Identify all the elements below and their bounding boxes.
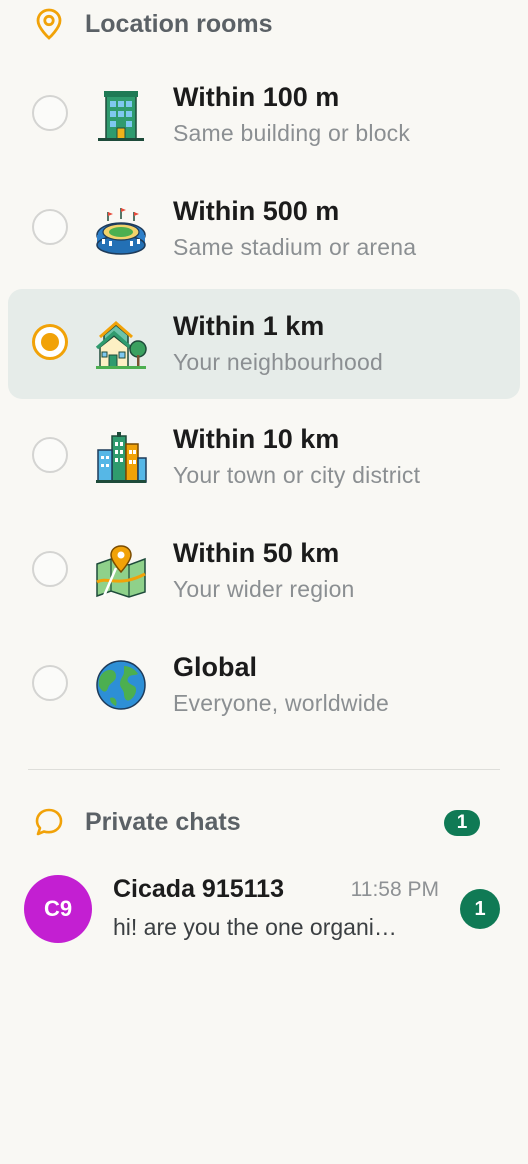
radio-button-selected[interactable] bbox=[32, 324, 68, 360]
chat-name: Cicada 915113 bbox=[113, 875, 284, 903]
chat-row[interactable]: C9 Cicada 915113 11:58 PM hi! are you th… bbox=[0, 862, 528, 958]
room-within-500m[interactable]: Within 500 m Same stadium or arena bbox=[8, 174, 520, 284]
room-within-100m[interactable]: Within 100 m Same building or block bbox=[8, 60, 520, 170]
room-title: Within 500 m bbox=[173, 196, 340, 226]
room-subtitle: Your wider region bbox=[173, 576, 355, 602]
room-title: Within 1 km bbox=[173, 311, 325, 341]
room-title: Within 100 m bbox=[173, 82, 340, 112]
building-icon bbox=[94, 88, 148, 142]
radio-button[interactable] bbox=[32, 95, 68, 131]
location-rooms-header: Location rooms bbox=[0, 0, 528, 48]
room-within-1km[interactable]: Within 1 km Your neighbourhood bbox=[8, 289, 520, 399]
room-within-10km[interactable]: Within 10 km Your town or city district bbox=[8, 402, 520, 512]
stadium-icon bbox=[94, 202, 148, 256]
location-pin-icon bbox=[34, 8, 64, 40]
room-subtitle: Your town or city district bbox=[173, 462, 421, 488]
divider bbox=[28, 769, 500, 770]
radio-button[interactable] bbox=[32, 437, 68, 473]
room-within-50km[interactable]: Within 50 km Your wider region bbox=[8, 516, 520, 626]
chat-preview: hi! are you the one organi… bbox=[113, 914, 397, 940]
radio-button[interactable] bbox=[32, 551, 68, 587]
city-icon bbox=[94, 430, 148, 484]
radio-button[interactable] bbox=[32, 665, 68, 701]
room-subtitle: Same building or block bbox=[173, 120, 411, 146]
room-subtitle: Your neighbourhood bbox=[173, 349, 383, 375]
globe-icon bbox=[94, 658, 148, 712]
room-subtitle: Everyone, worldwide bbox=[173, 690, 390, 716]
private-chats-count-badge: 1 bbox=[444, 810, 480, 836]
section-title: Private chats bbox=[85, 807, 241, 836]
avatar: C9 bbox=[24, 875, 92, 943]
chat-timestamp: 11:58 PM bbox=[350, 878, 439, 901]
room-title: Within 10 km bbox=[173, 424, 340, 454]
room-subtitle: Same stadium or arena bbox=[173, 234, 417, 260]
room-title: Global bbox=[173, 652, 258, 682]
radio-button[interactable] bbox=[32, 209, 68, 245]
map-icon bbox=[94, 544, 148, 598]
unread-badge: 1 bbox=[460, 889, 500, 929]
neighbourhood-icon bbox=[94, 317, 148, 371]
room-title: Within 50 km bbox=[173, 538, 340, 568]
section-title: Location rooms bbox=[85, 9, 273, 38]
room-global[interactable]: Global Everyone, worldwide bbox=[8, 630, 520, 740]
chat-bubble-icon bbox=[34, 807, 64, 837]
